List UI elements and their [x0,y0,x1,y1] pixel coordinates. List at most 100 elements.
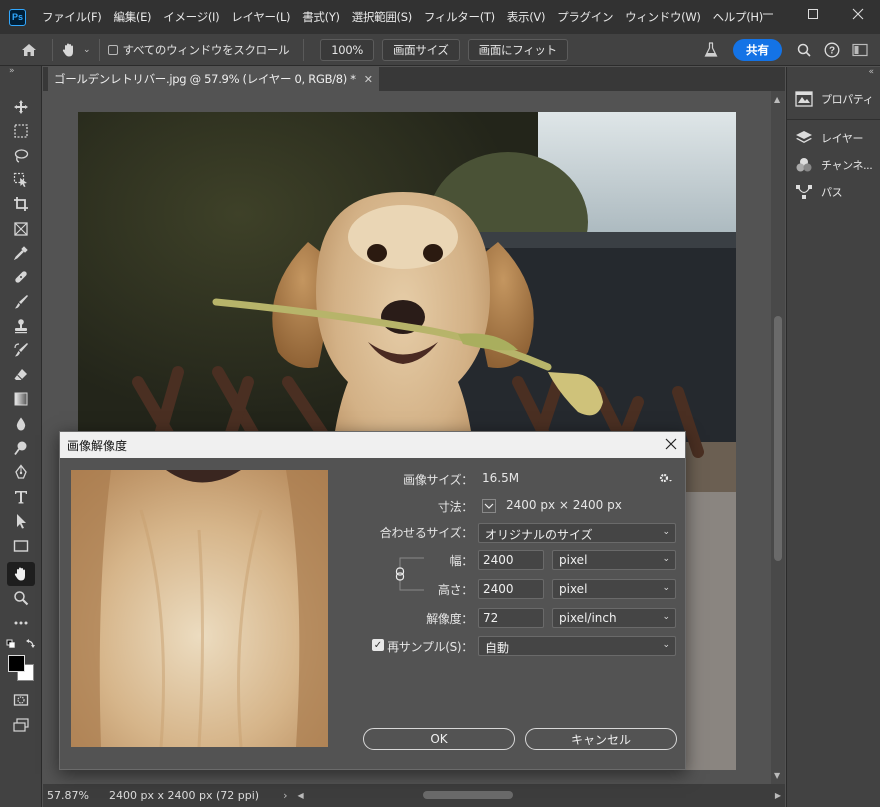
fit-to-select[interactable]: オリジナルのサイズ ⌄ [478,523,676,543]
fit-screen-button[interactable]: 画面にフィット [467,38,568,61]
height-unit-select[interactable]: pixel ⌄ [552,579,676,599]
rectangle-tool[interactable] [11,536,31,556]
resolution-unit-select[interactable]: pixel/inch ⌄ [552,608,676,628]
tool-preset-picker[interactable]: ⌄ [61,42,91,58]
height-input[interactable]: 2400 [478,579,544,599]
quick-mask-button[interactable] [11,690,31,710]
panel-properties[interactable]: プロパティ [795,91,874,107]
marquee-tool[interactable] [11,121,31,141]
blur-tool[interactable] [11,414,31,434]
menu-window[interactable]: ウィンドウ(W) [619,9,706,25]
document-tab[interactable]: ゴールデンレトリバー.jpg @ 57.9% (レイヤー 0, RGB/8) *… [48,67,379,91]
brush-tool[interactable] [11,292,31,312]
frame-tool[interactable] [11,219,31,239]
menu-image[interactable]: イメージ(I) [157,9,225,25]
lasso-tool[interactable] [11,146,31,166]
edit-toolbar-button[interactable] [11,613,31,633]
resample-checkbox[interactable]: ✓ [372,639,384,651]
scroll-up-arrow[interactable]: ▲ [774,95,780,104]
scroll-left-arrow[interactable]: ◀ [297,791,303,800]
panel-paths-label: パス [821,186,843,199]
menu-view[interactable]: 表示(V) [501,9,551,25]
maximize-button[interactable] [790,0,835,28]
panel-paths[interactable]: パス [795,184,843,200]
width-unit-select[interactable]: pixel ⌄ [552,550,676,570]
move-tool[interactable] [11,97,31,117]
separator [98,38,100,61]
menu-type[interactable]: 書式(Y) [296,9,346,25]
menu-plugins[interactable]: プラグイン [551,9,619,25]
close-tab-icon[interactable]: ✕ [364,73,373,86]
close-window-button[interactable] [835,0,880,28]
zoom-level[interactable]: 57.87% [47,789,105,802]
scroll-right-arrow[interactable]: ▶ [775,791,781,800]
eyedropper-tool[interactable] [11,243,31,263]
healing-brush-tool[interactable] [11,267,31,287]
scroll-down-arrow[interactable]: ▼ [774,771,780,780]
menu-file[interactable]: ファイル(F) [36,9,108,25]
home-button[interactable] [14,43,44,57]
dialog-title: 画像解像度 [67,438,128,453]
object-selection-tool[interactable] [11,170,31,190]
dialog-close-button[interactable] [665,435,677,454]
paths-icon [796,185,812,199]
dialog-title-bar[interactable]: 画像解像度 [60,432,685,458]
ok-button[interactable]: OK [363,728,515,750]
document-info: 2400 px x 2400 px (72 ppi) [109,789,260,802]
screen-size-button[interactable]: 画面サイズ [381,38,460,61]
chevron-down-icon: ⌄ [662,583,670,593]
zoom-tool[interactable] [11,588,31,608]
panel-channels[interactable]: チャンネ... [795,157,873,173]
share-button[interactable]: 共有 [733,39,782,61]
layers-icon [796,131,812,143]
pen-tool[interactable] [11,462,31,482]
gradient-tool[interactable] [11,389,31,409]
chevron-right-icon[interactable]: › [283,789,287,802]
link-chain-icon [395,557,424,591]
resolution-input[interactable]: 72 [478,608,544,628]
dodge-tool[interactable] [11,438,31,458]
vertical-scrollbar[interactable]: ▲ ▼ [771,91,785,784]
labs-button[interactable] [697,42,725,58]
constrain-proportions-link[interactable] [394,556,424,592]
dimensions-unit-toggle[interactable] [482,499,496,513]
vertical-scroll-thumb[interactable] [774,316,782,561]
pen-icon [15,464,27,479]
workspace-button[interactable] [846,43,874,57]
menu-layer[interactable]: レイヤー(L) [225,9,296,25]
eraser-tool[interactable] [11,365,31,385]
horizontal-scroll-thumb[interactable] [423,791,513,799]
foreground-color-swatch[interactable] [8,655,25,672]
panel-layers[interactable]: レイヤー [795,130,863,146]
screen-mode-button[interactable] [11,715,31,735]
crop-icon [14,197,28,211]
minimize-button[interactable] [745,0,790,28]
channels-icon [796,158,812,172]
hand-tool[interactable] [7,562,35,586]
menu-edit[interactable]: 編集(E) [108,9,158,25]
resample-method-select[interactable]: 自動 ⌄ [478,636,676,656]
path-selection-tool[interactable] [11,511,31,531]
menu-select[interactable]: 選択範囲(S) [346,9,418,25]
zoom-100-button[interactable]: 100% [320,38,374,61]
width-input[interactable]: 2400 [478,550,544,570]
clone-stamp-tool[interactable] [11,316,31,336]
type-tool[interactable] [11,487,31,507]
maximize-icon [807,9,818,19]
frame-icon [14,222,28,236]
collapse-toolbar-icon[interactable]: » [9,66,15,76]
default-colors-swap[interactable] [5,637,37,657]
search-button[interactable] [790,43,818,57]
image-preview[interactable] [71,470,328,747]
collapse-panels-icon[interactable]: « [868,67,874,77]
crop-tool[interactable] [11,194,31,214]
height-label: 高さ： [437,583,473,597]
color-swatches[interactable] [8,655,36,683]
scroll-all-checkbox[interactable] [107,44,118,55]
swap-colors-icon [6,639,35,648]
cancel-button[interactable]: キャンセル [525,728,677,750]
menu-filter[interactable]: フィルター(T) [418,9,501,25]
history-brush-tool[interactable] [11,340,31,360]
settings-button[interactable] [658,472,672,487]
help-button[interactable]: ? [818,42,846,58]
